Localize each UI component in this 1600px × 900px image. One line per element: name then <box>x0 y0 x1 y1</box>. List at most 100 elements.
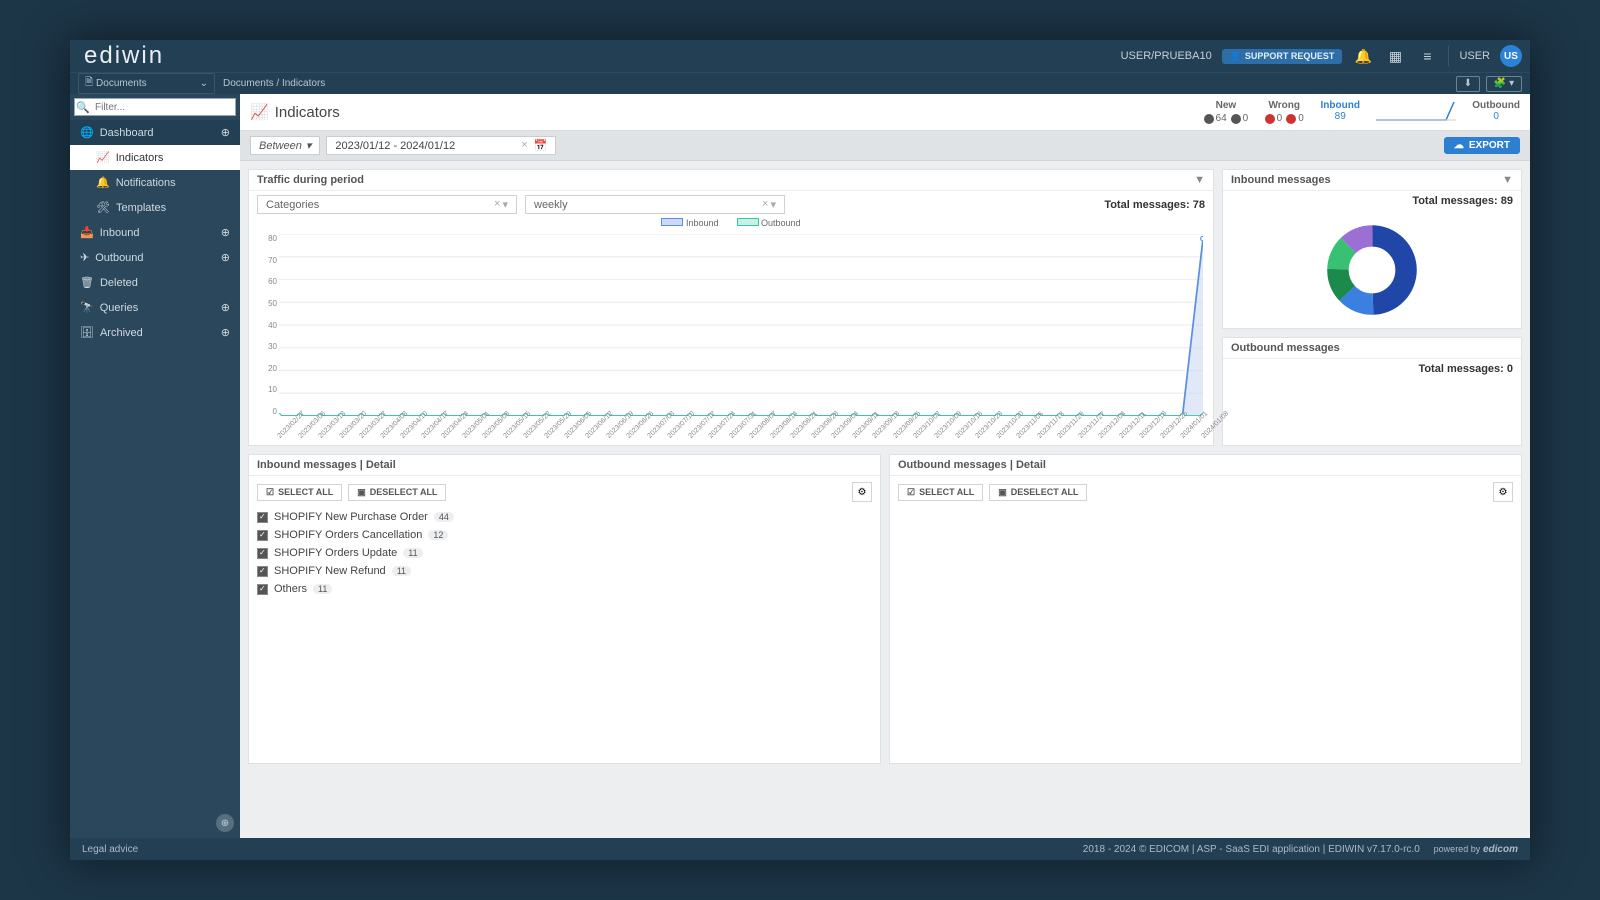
detail-item[interactable]: Others11 <box>257 580 872 598</box>
filter-icon[interactable]: ▼ <box>1194 174 1205 186</box>
inbound-detail-list: SHOPIFY New Purchase Order44SHOPIFY Orde… <box>249 508 880 598</box>
plus-icon[interactable]: ⊕ <box>221 326 230 339</box>
apps-icon[interactable]: ▦ <box>1384 45 1406 67</box>
inbound-label: Inbound <box>100 227 140 239</box>
filter-input[interactable] <box>91 102 235 113</box>
chevron-down-icon: ▾ <box>770 198 776 211</box>
stat-inbound-value: 89 <box>1320 111 1360 122</box>
between-selector[interactable]: Between▾ <box>250 136 320 155</box>
chevron-down-icon: ⌄ <box>200 78 208 89</box>
select-all-button[interactable]: ☑SELECT ALL <box>257 484 342 501</box>
sidebar-item-notifications[interactable]: 🔔Notifications <box>70 170 240 195</box>
clear-icon[interactable]: × <box>494 198 500 211</box>
stat-wrong-2: 0 <box>1298 113 1304 124</box>
inbound-panel-title: Inbound messages <box>1231 174 1331 186</box>
sidebar-item-deleted[interactable]: 🗑Deleted <box>70 270 240 295</box>
plus-icon[interactable]: ⊕ <box>221 301 230 314</box>
checkbox[interactable] <box>257 548 268 559</box>
inbound-donut <box>1223 211 1521 328</box>
binoc-icon: 🔭 <box>80 301 94 314</box>
download-button[interactable]: ⬇ <box>1456 76 1480 92</box>
clear-icon[interactable]: × <box>762 198 768 211</box>
page-title-text: Indicators <box>275 104 340 121</box>
gear-icon[interactable]: ⚙ <box>852 482 872 502</box>
checkbox[interactable] <box>257 566 268 577</box>
sidebar-filter[interactable]: 🔍 <box>74 98 236 116</box>
detail-label: Others <box>274 583 307 595</box>
count-badge: 12 <box>428 530 448 540</box>
sidebar-collapse-button[interactable]: ⊕ <box>216 814 234 832</box>
breadcrumb-root[interactable]: Documents <box>223 78 274 89</box>
chevron-down-icon: ▾ <box>502 198 508 211</box>
select-all-label-2: SELECT ALL <box>919 487 974 497</box>
checkbox[interactable] <box>257 512 268 523</box>
sidebar-item-inbound[interactable]: 📥Inbound⊕ <box>70 220 240 245</box>
granularity-select[interactable]: weekly ×▾ <box>525 195 785 214</box>
menu-icon[interactable]: ≡ <box>1416 45 1438 67</box>
outbound-total: Total messages: 0 <box>1418 363 1513 375</box>
powered-by-label: powered by <box>1434 844 1481 854</box>
support-request-button[interactable]: 👤 SUPPORT REQUEST <box>1222 49 1343 64</box>
date-range-value: 2023/01/12 - 2024/01/12 <box>335 140 455 152</box>
page-header: 📈 Indicators New 64 0 Wrong 0 <box>240 94 1530 131</box>
y-axis-ticks: 80706050403020100 <box>259 234 277 416</box>
export-button[interactable]: ☁EXPORT <box>1444 137 1520 154</box>
detail-item[interactable]: SHOPIFY Orders Cancellation12 <box>257 526 872 544</box>
sidebar-item-queries[interactable]: 🔭Queries⊕ <box>70 295 240 320</box>
brand-logo: ediwin <box>78 42 164 70</box>
user-avatar[interactable]: US <box>1500 45 1522 67</box>
stat-outbound-value: 0 <box>1472 111 1520 122</box>
plus-icon[interactable]: ⊕ <box>221 126 230 139</box>
user-path-label: USER/PRUEBA10 <box>1121 50 1212 62</box>
stat-new-label: New <box>1204 100 1249 111</box>
dashboard-label: Dashboard <box>100 127 154 139</box>
sidebar-item-archived[interactable]: 🗄Archived⊕ <box>70 320 240 345</box>
triangle-icon <box>1231 114 1241 124</box>
checkbox[interactable] <box>257 530 268 541</box>
clear-icon[interactable]: × <box>521 139 527 152</box>
topbar-right: USER/PRUEBA10 👤 SUPPORT REQUEST 🔔 ▦ ≡ US… <box>1121 45 1522 67</box>
filter-icon[interactable]: ▼ <box>1502 174 1513 186</box>
categories-select[interactable]: Categories×▾ <box>257 195 517 214</box>
outbound-detail-panel: Outbound messages | Detail ☑SELECT ALL ▣… <box>889 454 1522 764</box>
date-range-input[interactable]: 2023/01/12 - 2024/01/12 × 📅 <box>326 136 556 155</box>
calendar-icon[interactable]: 📅 <box>534 139 548 152</box>
outbound-label: Outbound <box>95 252 143 264</box>
sidebar-item-outbound[interactable]: ✈Outbound⊕ <box>70 245 240 270</box>
plugins-button[interactable]: 🧩 ▾ <box>1486 76 1522 92</box>
detail-item[interactable]: SHOPIFY Orders Update11 <box>257 544 872 562</box>
outbound-detail-title: Outbound messages | Detail <box>898 459 1046 471</box>
sidebar-item-templates[interactable]: 🛠Templates <box>70 195 240 220</box>
bell-icon[interactable]: 🔔 <box>1352 45 1374 67</box>
select-all-button[interactable]: ☑SELECT ALL <box>898 484 983 501</box>
export-label: EXPORT <box>1469 140 1510 151</box>
legend-swatch-inbound <box>661 218 683 226</box>
detail-item[interactable]: SHOPIFY New Refund11 <box>257 562 872 580</box>
sidebar-item-indicators[interactable]: 📈Indicators <box>70 145 240 170</box>
detail-label: SHOPIFY New Purchase Order <box>274 511 428 523</box>
documents-selector[interactable]: 🗎 Documents ⌄ <box>78 73 215 94</box>
breadcrumb: Documents / Indicators <box>223 78 325 89</box>
granularity-label: weekly <box>534 199 568 211</box>
traffic-legend: Inbound Outbound <box>249 218 1213 228</box>
indicators-label: Indicators <box>116 152 164 164</box>
app-frame: ediwin USER/PRUEBA10 👤 SUPPORT REQUEST 🔔… <box>70 40 1530 860</box>
stat-outbound[interactable]: Outbound 0 <box>1472 100 1520 122</box>
deselect-all-button[interactable]: ▣DESELECT ALL <box>989 484 1087 501</box>
footer-right: 2018 - 2024 © EDICOM | ASP - SaaS EDI ap… <box>1083 844 1518 855</box>
legal-advice-link[interactable]: Legal advice <box>82 844 138 855</box>
checkbox[interactable] <box>257 584 268 595</box>
detail-row: Inbound messages | Detail ☑SELECT ALL ▣D… <box>248 454 1522 830</box>
select-all-label: SELECT ALL <box>278 487 333 497</box>
detail-item[interactable]: SHOPIFY New Purchase Order44 <box>257 508 872 526</box>
plus-icon[interactable]: ⊕ <box>221 226 230 239</box>
gear-icon[interactable]: ⚙ <box>1493 482 1513 502</box>
deselect-all-button[interactable]: ▣DESELECT ALL <box>348 484 446 501</box>
stat-wrong-label: Wrong <box>1264 100 1304 111</box>
sidebar: 🔍 🌐Dashboard ⊕ 📈Indicators 🔔Notification… <box>70 94 240 838</box>
plus-icon[interactable]: ⊕ <box>221 251 230 264</box>
uncheck-icon: ▣ <box>357 487 366 498</box>
stat-inbound[interactable]: Inbound 89 <box>1320 100 1360 122</box>
sidebar-item-dashboard[interactable]: 🌐Dashboard ⊕ <box>70 120 240 145</box>
count-badge: 11 <box>392 566 411 576</box>
